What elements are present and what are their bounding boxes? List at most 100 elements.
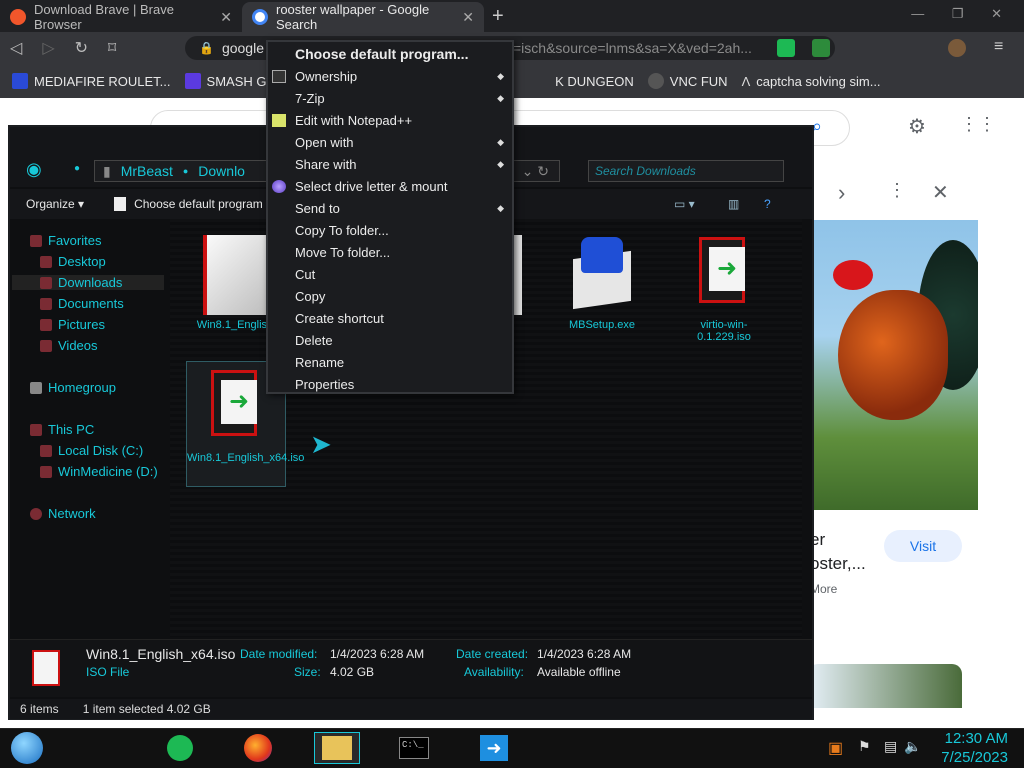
gear-icon[interactable]: ⚙ bbox=[908, 114, 926, 139]
menu-item-rename[interactable]: Rename bbox=[268, 351, 512, 373]
breadcrumb-item[interactable]: Downlo bbox=[198, 163, 245, 179]
size-value: 4.02 GB bbox=[330, 665, 375, 679]
bookmark-label: MEDIAFIRE ROULET... bbox=[34, 73, 171, 89]
organize-button[interactable]: Organize ▾ bbox=[26, 197, 84, 211]
apps-icon[interactable]: ⋮⋮ bbox=[960, 114, 996, 135]
shield-icon[interactable] bbox=[812, 39, 830, 57]
taskbar-app-firefox[interactable] bbox=[240, 732, 276, 764]
sidebar-item-winmedicine[interactable]: WinMedicine (D:) bbox=[40, 464, 158, 479]
sidebar-label: This PC bbox=[48, 422, 95, 437]
menu-item-copy-to-folder[interactable]: Copy To folder... bbox=[268, 219, 512, 241]
menu-icon[interactable]: ≡ bbox=[994, 38, 1003, 56]
tray-app-icon[interactable]: ▣ bbox=[828, 738, 843, 758]
file-item[interactable]: MBSetup.exe bbox=[552, 229, 652, 331]
taskbar-app-cmd[interactable]: C:\_ bbox=[396, 732, 432, 764]
menu-item-edit-notepad[interactable]: Edit with Notepad++ bbox=[268, 109, 512, 131]
menu-item-open-with[interactable]: Open with ◆ bbox=[268, 131, 512, 153]
computer-icon bbox=[30, 423, 42, 436]
chevron-right-icon[interactable]: › bbox=[838, 180, 845, 206]
result-text: oster,... bbox=[810, 554, 866, 573]
sidebar-item-desktop[interactable]: Desktop bbox=[40, 254, 106, 269]
taskbar-app-explorer[interactable] bbox=[314, 732, 360, 764]
submenu-arrow-icon: ◆ bbox=[497, 202, 504, 213]
visit-button[interactable]: Visit bbox=[884, 530, 962, 562]
related-image[interactable] bbox=[808, 664, 962, 708]
bookmark-captcha[interactable]: Λcaptcha solving sim... bbox=[742, 74, 881, 89]
date-modified-label: Date modified: bbox=[240, 647, 318, 661]
sidebar-item-downloads[interactable]: Downloads bbox=[12, 275, 164, 290]
rooster-image[interactable] bbox=[808, 220, 978, 510]
window-controls[interactable]: — ❐ ✕ bbox=[911, 6, 1014, 22]
taskbar-app-messages[interactable] bbox=[162, 732, 198, 764]
dropdown-icon[interactable]: ● bbox=[74, 163, 80, 174]
clock-date: 7/25/2023 bbox=[941, 749, 1008, 766]
sidebar-item-network[interactable]: Network bbox=[30, 506, 96, 521]
mediafire-icon bbox=[12, 73, 28, 89]
menu-item-move-to-folder[interactable]: Move To folder... bbox=[268, 241, 512, 263]
bookmark-icon[interactable]: ⌑ bbox=[108, 38, 116, 58]
menu-item-mount[interactable]: Select drive letter & mount bbox=[268, 175, 512, 197]
extension-icon[interactable] bbox=[777, 39, 795, 57]
tab-brave-download[interactable]: Download Brave | Brave Browser ✕ bbox=[0, 2, 242, 32]
menu-item-create-shortcut[interactable]: Create shortcut bbox=[268, 307, 512, 329]
close-icon[interactable]: ✕ bbox=[932, 180, 949, 205]
close-tab-icon[interactable]: ✕ bbox=[220, 9, 232, 26]
iso-icon bbox=[32, 650, 60, 686]
choose-default-program-button[interactable]: Choose default program bbox=[134, 197, 263, 211]
start-button[interactable] bbox=[8, 732, 46, 764]
avatar[interactable] bbox=[948, 39, 966, 57]
new-tab-icon[interactable]: + bbox=[492, 5, 504, 28]
google-favicon-icon bbox=[252, 9, 268, 25]
menu-item-copy[interactable]: Copy bbox=[268, 285, 512, 307]
menu-item-cut[interactable]: Cut bbox=[268, 263, 512, 285]
menu-item-delete[interactable]: Delete bbox=[268, 329, 512, 351]
cursor-icon: ➤ bbox=[310, 429, 332, 459]
more-link[interactable]: More bbox=[810, 582, 837, 596]
sidebar-item-favorites[interactable]: Favorites bbox=[30, 233, 101, 248]
forward-icon[interactable]: ▷ bbox=[42, 38, 54, 58]
bookmark-dungeon[interactable]: K DUNGEON bbox=[555, 74, 634, 89]
bookmark-vnc[interactable]: VNC FUN bbox=[647, 73, 728, 89]
view-icon[interactable]: ▭ ▾ bbox=[674, 197, 695, 211]
volume-icon[interactable]: 🔈 bbox=[904, 738, 921, 755]
close-tab-icon[interactable]: ✕ bbox=[462, 9, 474, 26]
menu-item-properties[interactable]: Properties bbox=[268, 373, 512, 395]
reload-icon[interactable]: ↻ bbox=[75, 38, 88, 58]
sidebar-label: Desktop bbox=[58, 254, 106, 269]
submenu-arrow-icon: ◆ bbox=[497, 92, 504, 103]
menu-item-7zip[interactable]: 7-Zip ◆ bbox=[268, 87, 512, 109]
taskbar-clock[interactable]: 12:30 AM 7/25/2023 bbox=[941, 729, 1008, 767]
more-vert-icon[interactable]: ⋮ bbox=[888, 180, 906, 201]
drive-icon bbox=[40, 444, 52, 457]
date-modified-value: 1/4/2023 6:28 AM bbox=[330, 647, 425, 661]
refresh-icon[interactable]: ⌄ ↻ bbox=[522, 163, 549, 180]
breadcrumb-item[interactable]: MrBeast bbox=[121, 163, 173, 179]
menu-item-send-to[interactable]: Send to ◆ bbox=[268, 197, 512, 219]
drive-icon bbox=[40, 465, 52, 478]
menu-item-choose-default-program[interactable]: Choose default program... bbox=[268, 43, 512, 65]
taskbar-app-remote[interactable]: ➜ bbox=[476, 732, 512, 764]
console-icon bbox=[272, 69, 286, 83]
context-menu: Choose default program... Ownership ◆ 7-Z… bbox=[266, 40, 514, 394]
sidebar-item-videos[interactable]: Videos bbox=[40, 338, 98, 353]
menu-item-ownership[interactable]: Ownership ◆ bbox=[268, 65, 512, 87]
sidebar-item-documents[interactable]: Documents bbox=[40, 296, 124, 311]
sidebar-item-local-disk[interactable]: Local Disk (C:) bbox=[40, 443, 143, 458]
sidebar-item-homegroup[interactable]: Homegroup bbox=[30, 380, 116, 395]
file-item[interactable]: ➜ virtio-win-0.1.229.iso bbox=[674, 229, 774, 343]
sidebar-label: Pictures bbox=[58, 317, 105, 332]
sidebar-item-pictures[interactable]: Pictures bbox=[40, 317, 105, 332]
back-icon[interactable]: ◉ bbox=[26, 159, 42, 180]
menu-item-share-with[interactable]: Share with ◆ bbox=[268, 153, 512, 175]
search-input[interactable]: Search Downloads bbox=[588, 160, 784, 182]
help-icon[interactable]: ? bbox=[764, 197, 771, 211]
menu-label: Select drive letter & mount bbox=[295, 178, 448, 194]
network-icon[interactable]: ▤ bbox=[884, 738, 897, 755]
tab-rooster-search[interactable]: rooster wallpaper - Google Search ✕ bbox=[242, 2, 484, 32]
sidebar-item-this-pc[interactable]: This PC bbox=[30, 422, 94, 437]
back-icon[interactable]: ◁ bbox=[10, 38, 22, 58]
bookmark-mediafire[interactable]: MEDIAFIRE ROULET... bbox=[12, 73, 171, 89]
flag-icon[interactable]: ⚑ bbox=[858, 738, 871, 755]
notepad-icon bbox=[272, 113, 286, 127]
preview-pane-icon[interactable]: ▥ bbox=[728, 197, 739, 211]
